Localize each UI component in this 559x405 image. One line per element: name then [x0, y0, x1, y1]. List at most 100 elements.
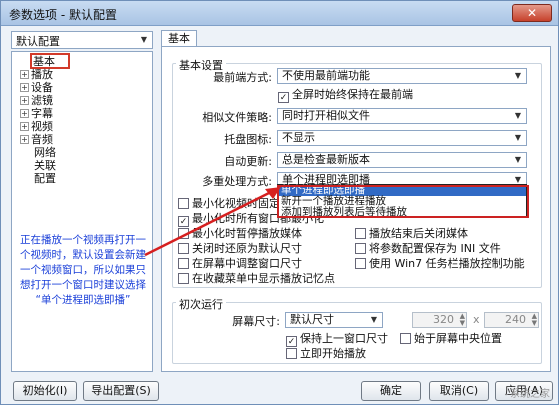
tree-item-filter[interactable]: + 滤镜 [20, 94, 53, 107]
checkbox-label: 播放结束后关闭媒体 [369, 227, 468, 240]
checkbox-box [400, 333, 411, 344]
screen-size-value: 默认尺寸 [290, 313, 334, 326]
settings-tree: 基本 + 播放 + 设备 + 滤镜 + 字幕 + 视频 + 音频 网络 关联 配置 [11, 51, 153, 372]
auto-update-select[interactable]: 总是检查最新版本 ▼ [277, 152, 527, 168]
tree-item-label: 字幕 [31, 107, 53, 120]
annotation-highlight-box [277, 185, 529, 218]
expand-plus-icon[interactable]: + [20, 109, 29, 118]
tree-item-label: 配置 [34, 172, 56, 185]
note-line: 一个视频窗口，所以如果只 [20, 264, 146, 276]
height-value: 240 [505, 313, 526, 326]
note-line: 个视频时，默认设置会新建 [20, 249, 146, 261]
checkbox-label: 在收藏菜单中显示播放记忆点 [192, 272, 335, 285]
checkbox-label: 全屏时始终保持在最前端 [292, 88, 413, 101]
title-bar: 参数选项 - 默认配置 ✕ [1, 1, 558, 26]
similar-files-value: 同时打开相似文件 [282, 109, 370, 122]
chevron-down-icon: ▼ [514, 133, 522, 142]
close-media-after-play-checkbox[interactable]: 播放结束后关闭媒体 [355, 227, 468, 240]
first-run-title: 初次运行 [176, 296, 226, 312]
annotation-arrow [144, 187, 281, 257]
tree-item-label: 网络 [34, 146, 56, 159]
chevron-down-icon: ▼ [140, 35, 148, 44]
height-spinner[interactable]: 240 ▲ ▼ [484, 312, 539, 328]
tray-icon-value: 不显示 [282, 131, 315, 144]
note-line: 想打开一个窗口时建议选择 [20, 279, 146, 291]
watermark: 系统之家 [510, 389, 550, 400]
tray-icon-select[interactable]: 不显示 ▼ [277, 130, 527, 146]
win7-taskbar-checkbox[interactable]: 使用 Win7 任务栏播放控制功能 [355, 257, 525, 270]
tree-item-playback[interactable]: + 播放 [20, 68, 53, 81]
close-icon: ✕ [526, 6, 538, 20]
topmost-value: 不使用最前端功能 [282, 69, 370, 82]
export-config-button[interactable]: 导出配置(S) [83, 381, 159, 401]
tree-item-network[interactable]: 网络 [34, 146, 56, 159]
tree-item-device[interactable]: + 设备 [20, 81, 53, 94]
checkmark-icon: ✓ [278, 92, 289, 103]
tree-item-label: 播放 [31, 68, 53, 81]
screen-size-select[interactable]: 默认尺寸 ▼ [285, 312, 383, 328]
checkbox-box [355, 243, 366, 254]
save-ini-checkbox[interactable]: 将参数配置保存为 INI 文件 [355, 242, 501, 255]
expand-plus-icon[interactable]: + [20, 70, 29, 79]
tree-item-basic[interactable]: 基本 [22, 55, 55, 68]
checkbox-box [286, 348, 297, 359]
keep-last-size-checkbox[interactable]: ✓ 保持上一窗口尺寸 [286, 332, 388, 347]
tree-item-label: 基本 [33, 55, 55, 68]
spinner-arrows-icon[interactable]: ▲ ▼ [532, 313, 537, 327]
expand-plus-icon[interactable]: + [20, 83, 29, 92]
fullscreen-topmost-checkbox[interactable]: ✓ 全屏时始终保持在最前端 [278, 88, 413, 103]
width-value: 320 [433, 313, 454, 326]
preset-value: 默认配置 [16, 35, 60, 48]
similar-files-select[interactable]: 同时打开相似文件 ▼ [277, 108, 527, 124]
checkbox-box [355, 258, 366, 269]
chevron-down-icon: ▼ [370, 315, 378, 324]
tray-icon-label: 托盘图标: [224, 133, 272, 146]
show-bookmarks-checkbox[interactable]: 在收藏菜单中显示播放记忆点 [178, 272, 335, 285]
tree-item-label: 设备 [31, 81, 53, 94]
tree-item-config[interactable]: 配置 [34, 172, 56, 185]
topmost-select[interactable]: 不使用最前端功能 ▼ [277, 68, 527, 84]
auto-update-value: 总是检查最新版本 [282, 153, 370, 166]
size-separator: x [473, 313, 480, 326]
expand-plus-icon[interactable]: + [20, 135, 29, 144]
tab-basic[interactable]: 基本 [161, 30, 197, 47]
ok-button[interactable]: 确定 [361, 381, 421, 401]
preferences-window: 参数选项 - 默认配置 ✕ 默认配置 ▼ 基本 + 播放 + 设备 + 滤镜 + 字幕 … [0, 0, 559, 405]
tree-item-label: 视频 [31, 120, 53, 133]
checkbox-box [355, 228, 366, 239]
note-line: “单个进程即选即播” [35, 294, 131, 306]
screen-size-label: 屏幕尺寸: [232, 315, 280, 328]
width-spinner[interactable]: 320 ▲ ▼ [412, 312, 467, 328]
tree-item-association[interactable]: 关联 [34, 159, 56, 172]
checkmark-icon: ✓ [286, 336, 297, 347]
preset-select[interactable]: 默认配置 ▼ [11, 31, 153, 49]
note-line: 正在播放一个视频再打开一 [20, 234, 146, 246]
tree-item-subtitle[interactable]: + 字幕 [20, 107, 53, 120]
topmost-label: 最前端方式: [213, 71, 272, 84]
window-title: 参数选项 - 默认配置 [9, 8, 117, 22]
auto-update-label: 自动更新: [224, 155, 272, 168]
expand-plus-icon[interactable]: + [20, 122, 29, 131]
chevron-down-icon: ▼ [514, 111, 522, 120]
spinner-arrows-icon[interactable]: ▲ ▼ [460, 313, 465, 327]
checkbox-label: 始于屏幕中央位置 [414, 332, 502, 345]
chevron-down-icon: ▼ [514, 155, 522, 164]
similar-files-label: 相似文件策略: [202, 111, 272, 124]
checkbox-label: 使用 Win7 任务栏播放控制功能 [369, 257, 525, 270]
checkbox-label: 立即开始播放 [300, 347, 366, 360]
cancel-button[interactable]: 取消(C) [429, 381, 489, 401]
checkbox-label: 将参数配置保存为 INI 文件 [369, 242, 501, 255]
chevron-down-icon: ▼ [514, 71, 522, 80]
tree-item-label: 音频 [31, 133, 53, 146]
checkbox-label: 保持上一窗口尺寸 [300, 332, 388, 345]
checkbox-box [178, 273, 189, 284]
autoplay-checkbox[interactable]: 立即开始播放 [286, 347, 366, 360]
expand-plus-icon[interactable]: + [20, 96, 29, 105]
tree-item-audio[interactable]: + 音频 [20, 133, 53, 146]
initialize-button[interactable]: 初始化(I) [13, 381, 77, 401]
close-button[interactable]: ✕ [512, 4, 552, 22]
center-screen-checkbox[interactable]: 始于屏幕中央位置 [400, 332, 502, 345]
tree-item-label: 滤镜 [31, 94, 53, 107]
annotation-note: 正在播放一个视频再打开一 个视频时，默认设置会新建 一个视频窗口，所以如果只 想… [13, 233, 153, 308]
tree-item-video[interactable]: + 视频 [20, 120, 53, 133]
